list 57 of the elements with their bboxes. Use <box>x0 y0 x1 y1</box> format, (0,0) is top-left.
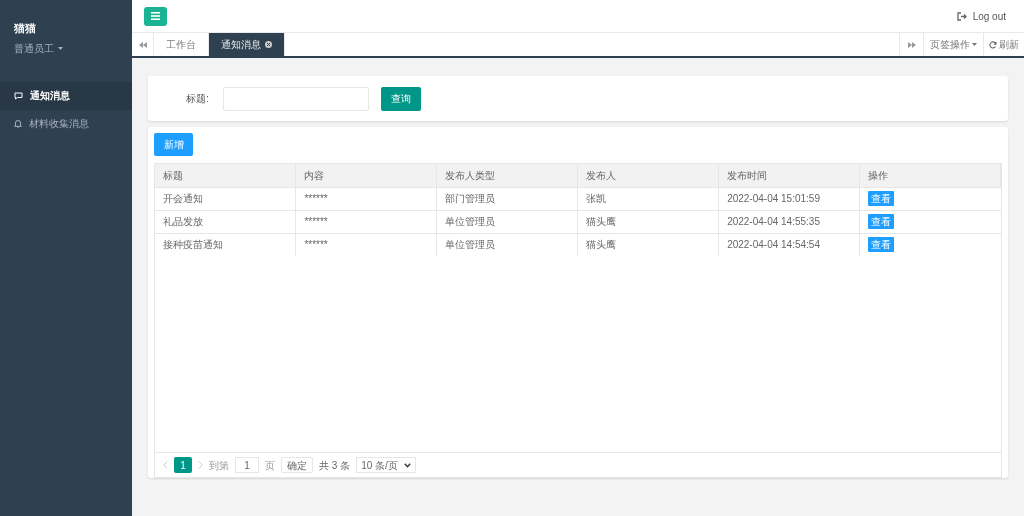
user-name: 猫猫 <box>14 21 37 36</box>
table-cell: 开会通知 <box>155 187 296 210</box>
view-button[interactable]: 查看 <box>868 214 895 229</box>
column-header: 发布人类型 <box>436 164 578 187</box>
table-cell: 张凯 <box>577 187 719 210</box>
menu-icon <box>151 12 160 20</box>
confirm-button[interactable]: 确定 <box>281 457 313 473</box>
column-header: 操作 <box>859 164 1001 187</box>
column-header: 内容 <box>295 164 437 187</box>
table-cell: 猫头鹰 <box>577 210 719 233</box>
total-count: 共 3 条 <box>319 458 351 473</box>
sidebar-item[interactable]: 材料收集消息 <box>0 109 132 138</box>
table-cell: 2022-04-04 14:54:54 <box>718 233 860 256</box>
tab[interactable]: 通知消息 <box>209 33 285 56</box>
page-size-select[interactable]: 10 条/页 <box>356 457 416 473</box>
table-cell: ****** <box>295 187 437 210</box>
add-button[interactable]: 新增 <box>154 133 193 156</box>
menu-toggle-button[interactable] <box>144 6 167 26</box>
view-button[interactable]: 查看 <box>868 237 895 253</box>
column-header: 标题 <box>155 164 296 187</box>
refresh-button[interactable]: 刷新 <box>983 33 1024 56</box>
table-cell: 礼品发放 <box>155 210 296 233</box>
page-input-field[interactable]: 1 <box>235 457 259 473</box>
previous-page-icon[interactable] <box>163 461 168 469</box>
title-label: 标题: <box>186 92 209 106</box>
next-page-icon[interactable] <box>198 461 203 469</box>
tab-actions-dropdown[interactable]: 页签操作 <box>923 33 983 56</box>
table-cell: ****** <box>295 210 437 233</box>
table-cell: 2022-04-04 14:55:35 <box>718 210 860 233</box>
caret-icon <box>58 46 63 50</box>
table-cell: 2022-04-04 15:01:59 <box>718 187 860 210</box>
query-button[interactable]: 查询 <box>380 86 421 111</box>
caret-icon <box>972 43 977 46</box>
column-header: 发布时间 <box>718 164 860 187</box>
refresh-icon <box>989 40 997 49</box>
chevron-down-icon <box>403 462 411 468</box>
column-header: 发布人 <box>577 164 719 187</box>
table-cell: ****** <box>295 233 437 256</box>
title-input-field[interactable] <box>222 86 369 111</box>
table-cell: 单位管理员 <box>436 210 578 233</box>
page-number[interactable]: 1 <box>174 457 192 473</box>
double-right-arrow-icon <box>907 41 916 48</box>
chat-bubble-icon <box>14 91 23 100</box>
table-cell: 猫头鹰 <box>577 233 719 256</box>
page-unit-label: 页 <box>265 458 275 473</box>
logout-button[interactable]: Log out <box>956 8 1006 24</box>
sidebar-item[interactable]: 通知消息 <box>0 81 132 110</box>
table-cell: 单位管理员 <box>436 233 578 256</box>
role-dropdown[interactable]: 普通员工 <box>14 40 118 56</box>
goto-label: 到第 <box>209 458 229 473</box>
sign-out-icon <box>956 11 967 21</box>
bell-icon <box>14 119 22 128</box>
table-cell: 接种疫苗通知 <box>155 233 296 256</box>
view-button[interactable]: 查看 <box>868 191 895 206</box>
close-icon[interactable] <box>265 41 272 48</box>
table-cell: 部门管理员 <box>436 187 578 210</box>
double-left-arrow-icon <box>138 41 147 48</box>
